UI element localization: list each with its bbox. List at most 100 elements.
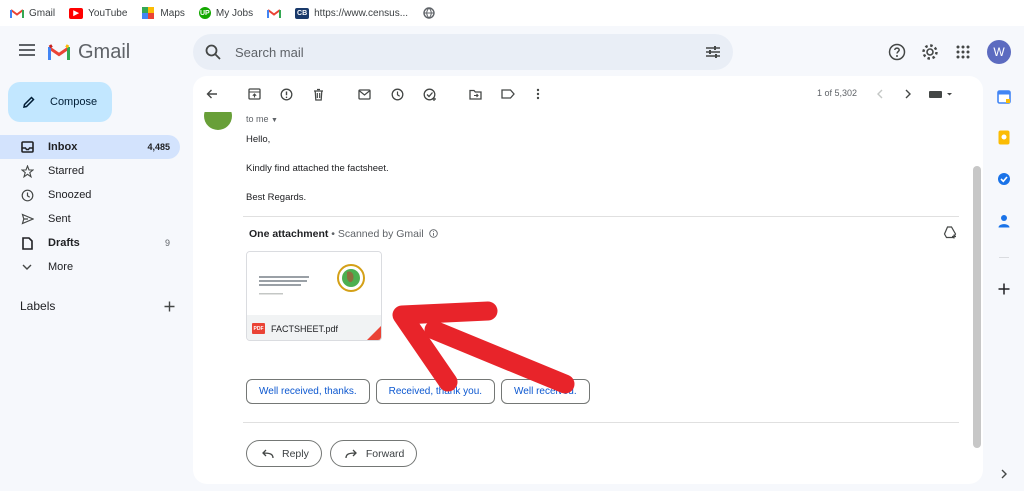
myjobs-icon: UP — [198, 7, 211, 19]
bookmark-gmail[interactable]: Gmail — [10, 8, 55, 19]
email-scrollbar[interactable] — [973, 166, 981, 448]
get-addons-plus-icon[interactable] — [995, 280, 1013, 298]
pencil-icon — [23, 96, 35, 108]
labels-title: Labels — [20, 299, 56, 313]
reply-button[interactable]: Reply — [246, 440, 322, 467]
keep-icon[interactable] — [995, 128, 1013, 146]
chevron-down-icon — [20, 260, 34, 274]
sidebar-item-drafts[interactable]: Drafts 9 — [0, 231, 180, 255]
caret-down-icon: ▼ — [271, 117, 278, 124]
mark-unread-mail-icon[interactable] — [356, 86, 372, 102]
recipient-details[interactable]: to me ▼ — [246, 114, 278, 124]
input-tools-keyboard-icon[interactable] — [927, 86, 955, 102]
drafts-count: 9 — [164, 238, 170, 248]
gmail-icon — [10, 8, 24, 19]
email-body-line: Best Regards. — [246, 192, 307, 203]
snooze-clock-icon[interactable] — [389, 86, 405, 102]
attachment-preview-thumbnail — [247, 252, 381, 315]
youtube-icon: ▶ — [69, 7, 84, 19]
clock-icon — [20, 188, 34, 202]
settings-gear-icon[interactable] — [920, 42, 940, 62]
smart-reply-chip[interactable]: Well received. — [501, 379, 590, 404]
sidebar-item-inbox[interactable]: Inbox 4,485 — [0, 135, 180, 159]
inbox-count: 4,485 — [147, 142, 170, 152]
sidebar-item-starred[interactable]: Starred — [0, 159, 180, 183]
smart-reply-chips: Well received, thanks. Received, thank y… — [246, 379, 590, 404]
help-icon[interactable] — [887, 42, 907, 62]
move-to-folder-icon[interactable] — [467, 86, 483, 102]
compose-button[interactable]: Compose — [8, 82, 112, 122]
back-arrow-icon[interactable] — [204, 86, 220, 102]
apps-grid-icon[interactable] — [953, 42, 973, 62]
attachment-divider — [243, 216, 959, 217]
side-panel-divider — [999, 257, 1009, 258]
sidebar-nav: Inbox 4,485 Starred Snoozed Sent Drafts … — [0, 135, 180, 279]
attachment-header: One attachment • Scanned by Gmail — [249, 228, 438, 240]
add-to-tasks-icon[interactable] — [422, 86, 438, 102]
bookmark-globe[interactable] — [422, 7, 436, 19]
gmail-logo-icon — [48, 44, 70, 60]
forward-arrow-icon — [345, 449, 357, 458]
reply-divider — [243, 422, 959, 423]
search-options-icon[interactable] — [705, 45, 721, 59]
reply-arrow-icon — [262, 449, 274, 458]
sidebar-item-label: Starred — [48, 165, 85, 177]
bookmark-gmail-2[interactable] — [267, 8, 282, 19]
sidebar-item-label: Sent — [48, 213, 71, 225]
pdf-file-icon: PDF — [252, 323, 265, 334]
sidebar-item-sent[interactable]: Sent — [0, 207, 180, 231]
bookmarks-bar: Gmail ▶ YouTube Maps UP My Jobs CB https… — [0, 0, 1024, 26]
sidebar-item-label: Drafts — [48, 237, 80, 249]
show-side-panel-chevron-icon[interactable] — [995, 465, 1013, 483]
calendar-icon[interactable] — [995, 88, 1013, 106]
census-icon: CB — [295, 7, 310, 19]
labels-header: Labels — [20, 299, 175, 313]
sidebar-item-label: Snoozed — [48, 189, 92, 201]
contacts-icon[interactable] — [995, 212, 1013, 230]
attachment-filename: FACTSHEET.pdf — [271, 323, 339, 334]
newer-chevron-left-icon[interactable] — [871, 86, 887, 102]
gmail-icon — [267, 8, 282, 19]
main-menu-icon[interactable] — [19, 44, 35, 58]
attachment-card[interactable]: PDF FACTSHEET.pdf — [246, 251, 382, 341]
email-body-line: Hello, — [246, 134, 271, 145]
bookmark-myjobs[interactable]: UP My Jobs — [198, 7, 253, 19]
star-icon — [20, 164, 34, 178]
email-body-line: Kindly find attached the factsheet. — [246, 163, 389, 174]
search-input[interactable] — [235, 44, 705, 60]
info-icon[interactable] — [428, 229, 438, 238]
tasks-icon[interactable] — [995, 170, 1013, 188]
bookmark-youtube[interactable]: ▶ YouTube — [69, 7, 127, 19]
delete-trash-icon[interactable] — [310, 86, 326, 102]
label-tag-icon[interactable] — [500, 86, 516, 102]
inbox-icon — [20, 140, 34, 154]
reply-actions: Reply Forward — [246, 440, 418, 467]
email-view: 1 of 5,302 to me ▼ Hello, Kindly find at… — [193, 76, 983, 484]
pagination-count: 1 of 5,302 — [817, 88, 858, 98]
more-options-vertical-icon[interactable] — [530, 86, 546, 102]
smart-reply-chip[interactable]: Received, thank you. — [375, 379, 496, 404]
globe-icon — [422, 7, 436, 19]
search-icon[interactable] — [205, 44, 221, 60]
sidebar-item-label: Inbox — [48, 141, 78, 153]
add-to-drive-icon[interactable] — [943, 226, 957, 244]
sidebar-item-snoozed[interactable]: Snoozed — [0, 183, 180, 207]
archive-icon[interactable] — [246, 86, 262, 102]
smart-reply-chip[interactable]: Well received, thanks. — [246, 379, 370, 404]
bookmark-census[interactable]: CB https://www.census... — [295, 7, 408, 19]
send-icon — [20, 212, 34, 226]
sidebar-item-more[interactable]: More — [0, 255, 180, 279]
compose-label: Compose — [50, 96, 98, 108]
gmail-logo-text: Gmail — [78, 41, 131, 63]
maps-icon — [141, 7, 155, 19]
search-bar[interactable] — [193, 34, 733, 70]
gmail-logo[interactable]: Gmail — [48, 41, 130, 64]
older-chevron-right-icon[interactable] — [900, 86, 916, 102]
attachment-footer: PDF FACTSHEET.pdf — [247, 315, 381, 340]
report-spam-icon[interactable] — [278, 86, 294, 102]
email-toolbar: 1 of 5,302 — [193, 76, 983, 112]
account-avatar[interactable]: W — [987, 40, 1011, 64]
forward-button[interactable]: Forward — [329, 440, 418, 467]
bookmark-maps[interactable]: Maps — [141, 7, 185, 19]
add-label-plus-icon[interactable] — [164, 301, 175, 312]
